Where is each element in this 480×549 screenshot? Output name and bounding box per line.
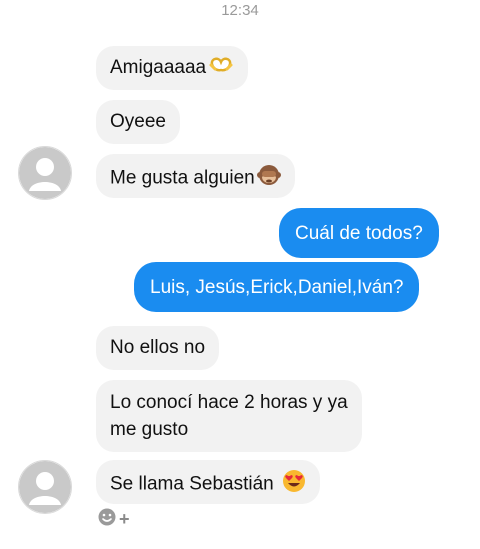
message-text: Oyeee: [110, 111, 166, 132]
heart-eyes-emoji: [282, 469, 306, 500]
sent-message[interactable]: Cuál de todos?: [279, 208, 439, 258]
message-text: Amigaaaaa: [110, 57, 207, 78]
see-no-evil-monkey-emoji: [256, 163, 281, 194]
default-avatar-icon: [19, 147, 71, 199]
received-message[interactable]: No ellos no: [96, 326, 220, 370]
message-text: Me gusta alguien: [110, 167, 255, 189]
message-text: Cuál de todos?: [295, 223, 423, 244]
message-timestamp: 12:34: [221, 2, 259, 19]
default-avatar-icon: [19, 461, 71, 513]
received-message[interactable]: Se llama Sebastián: [96, 460, 320, 504]
received-message[interactable]: Lo conocí hace 2 horas y ya me gusto: [96, 380, 362, 452]
plus-icon[interactable]: +: [119, 510, 130, 528]
message-text: Se llama Sebastián: [110, 473, 274, 495]
smiley-icon[interactable]: [98, 508, 116, 531]
sent-message[interactable]: Luis, Jesús,Erick,Daniel,Iván?: [134, 262, 420, 312]
message-text: No ellos no: [110, 337, 206, 358]
reaction-bar: +: [98, 508, 130, 531]
contact-avatar[interactable]: [18, 460, 72, 514]
received-message[interactable]: Amigaaaaa: [96, 46, 249, 90]
message-text: Luis, Jesús,Erick,Daniel,Iván?: [150, 277, 404, 298]
received-message[interactable]: Me gusta alguien: [96, 154, 295, 198]
heart-hands-emoji: [208, 55, 234, 80]
message-text-line: me gusto: [110, 419, 189, 440]
message-text-line: Lo conocí hace 2 horas y ya: [110, 392, 348, 413]
received-message[interactable]: Oyeee: [96, 100, 180, 144]
contact-avatar[interactable]: [18, 146, 72, 200]
